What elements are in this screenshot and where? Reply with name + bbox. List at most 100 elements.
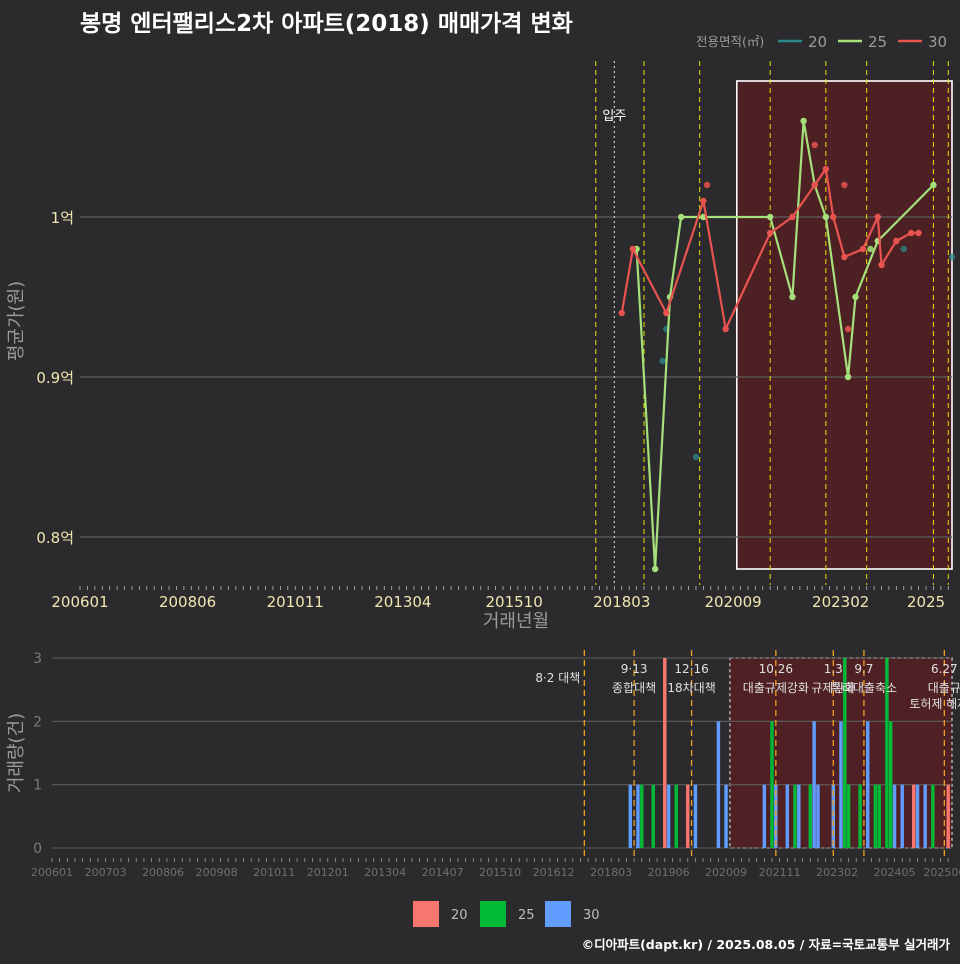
- volume-x-tick-label: 201906: [648, 866, 690, 879]
- volume-bar-25: [873, 784, 878, 848]
- policy-label: 종합대책: [612, 680, 656, 695]
- price-point-30: [841, 181, 848, 189]
- volume-bar-25: [651, 784, 655, 848]
- price-x-tick-label: 202302: [812, 593, 869, 611]
- price-highlight-box: [735, 80, 953, 570]
- volume-bar-30: [693, 784, 698, 848]
- price-point-30: [703, 181, 711, 189]
- volume-x-tick-label: 200703: [85, 866, 127, 879]
- volume-x-tick-label: 201510: [479, 866, 521, 879]
- volume-x-tick-label: 201011: [253, 866, 295, 879]
- price-point-25: [789, 293, 796, 301]
- price-point-20: [692, 453, 700, 461]
- volume-legend-key-20: [413, 901, 439, 927]
- volume-bar-30: [666, 784, 671, 848]
- volume-bar-20: [911, 784, 916, 848]
- price-point-30: [844, 325, 852, 333]
- price-point-25: [822, 213, 830, 221]
- price-point-30: [874, 213, 881, 221]
- price-point-30: [878, 261, 885, 269]
- price-x-tick-label: 201803: [593, 593, 650, 611]
- volume-x-tick-label: 202111: [759, 866, 801, 879]
- price-point-20: [659, 357, 666, 365]
- price-y-axis-title: 평균가(원): [6, 281, 27, 361]
- price-legend-label-25: 25: [868, 33, 887, 51]
- price-point-30: [907, 229, 915, 237]
- price-point-30: [811, 141, 818, 149]
- policy-label: 8·2 대책: [535, 670, 580, 685]
- price-point-30: [629, 245, 637, 253]
- price-y-tick-label: 1억: [51, 209, 74, 227]
- price-point-30: [830, 213, 837, 221]
- volume-bar-30: [866, 721, 870, 848]
- price-point-30: [789, 213, 796, 221]
- volume-y-tick-label: 3: [33, 651, 42, 667]
- volume-x-tick-label: 200806: [142, 866, 184, 879]
- policy-label: 대출규: [928, 681, 960, 695]
- volume-bar-30: [812, 721, 816, 848]
- volume-bar-30: [839, 721, 843, 848]
- volume-bar-25: [846, 784, 851, 848]
- price-point-20: [900, 245, 907, 253]
- price-x-tick-label: 200806: [159, 593, 216, 611]
- volume-y-tick-label: 0: [33, 841, 42, 857]
- volume-bar-25: [877, 784, 881, 848]
- volume-bar-30: [762, 784, 767, 848]
- volume-legend-key-25: [480, 901, 506, 927]
- price-legend-label-30: 30: [928, 33, 947, 51]
- volume-x-tick-label: 202405: [874, 866, 916, 879]
- volume-bar-25: [931, 784, 935, 848]
- volume-x-tick-label: 201407: [422, 866, 464, 879]
- volume-y-tick-label: 2: [33, 714, 42, 730]
- policy-label: 대출규제강화: [743, 681, 809, 695]
- volume-legend-key-30: [545, 901, 571, 927]
- price-point-30: [700, 197, 707, 205]
- policy-label: 9.7: [854, 662, 873, 676]
- volume-bar-30: [915, 784, 920, 848]
- volume-legend-label-20: 20: [451, 908, 468, 923]
- price-x-tick-label: 201510: [486, 593, 543, 611]
- price-point-30: [859, 245, 867, 253]
- price-x-tick-label: 200601: [51, 593, 108, 611]
- policy-label: 10.26: [759, 662, 793, 676]
- price-y-tick-label: 0.9억: [36, 369, 74, 387]
- volume-x-tick-label: 200908: [196, 866, 238, 879]
- volume-bar-25: [674, 784, 678, 848]
- volume-bar-30: [724, 784, 728, 848]
- source-caption: ©디아파트(dapt.kr) / 2025.08.05 / 자료=국토교통부 실…: [581, 937, 950, 952]
- volume-bar-30: [797, 784, 801, 848]
- price-point-25: [766, 213, 774, 221]
- price-point-25: [800, 117, 807, 125]
- volume-y-axis-title: 거래량(건): [6, 713, 27, 793]
- price-point-25: [930, 181, 937, 189]
- volume-x-tick-label: 201612: [533, 866, 575, 879]
- volume-y-tick-label: 1: [33, 778, 42, 794]
- price-point-30: [822, 165, 830, 173]
- price-legend-label-20: 20: [808, 33, 827, 51]
- volume-bar-20: [946, 784, 950, 848]
- movein-annotation: 입주: [602, 109, 626, 124]
- volume-bar-30: [785, 784, 790, 848]
- policy-label: 6.27: [931, 662, 958, 676]
- volume-x-tick-label: 202009: [705, 866, 747, 879]
- price-y-tick-label: 0.8억: [36, 529, 74, 547]
- volume-bar-25: [808, 784, 813, 848]
- price-point-30: [893, 237, 900, 245]
- price-point-25: [867, 245, 874, 253]
- volume-bar-30: [628, 784, 633, 848]
- price-point-30: [915, 229, 922, 237]
- volume-bar-20: [686, 784, 690, 848]
- volume-bar-25: [858, 784, 862, 848]
- volume-bar-25: [640, 784, 644, 848]
- price-point-30: [722, 325, 729, 333]
- volume-x-tick-label: 201803: [590, 866, 632, 879]
- volume-bar-25: [889, 721, 893, 848]
- volume-bar-30: [892, 784, 897, 848]
- volume-bar-25: [770, 721, 774, 848]
- price-point-30: [618, 309, 625, 317]
- price-point-25: [677, 213, 685, 221]
- price-x-tick-label: 2025: [907, 593, 945, 611]
- price-point-30: [766, 229, 774, 237]
- chart-figure: 봉명 엔터팰리스2차 아파트(2018) 매매가격 변화 0.8억 0.9억 1억 입…: [0, 0, 960, 960]
- volume-bar-30: [923, 784, 927, 848]
